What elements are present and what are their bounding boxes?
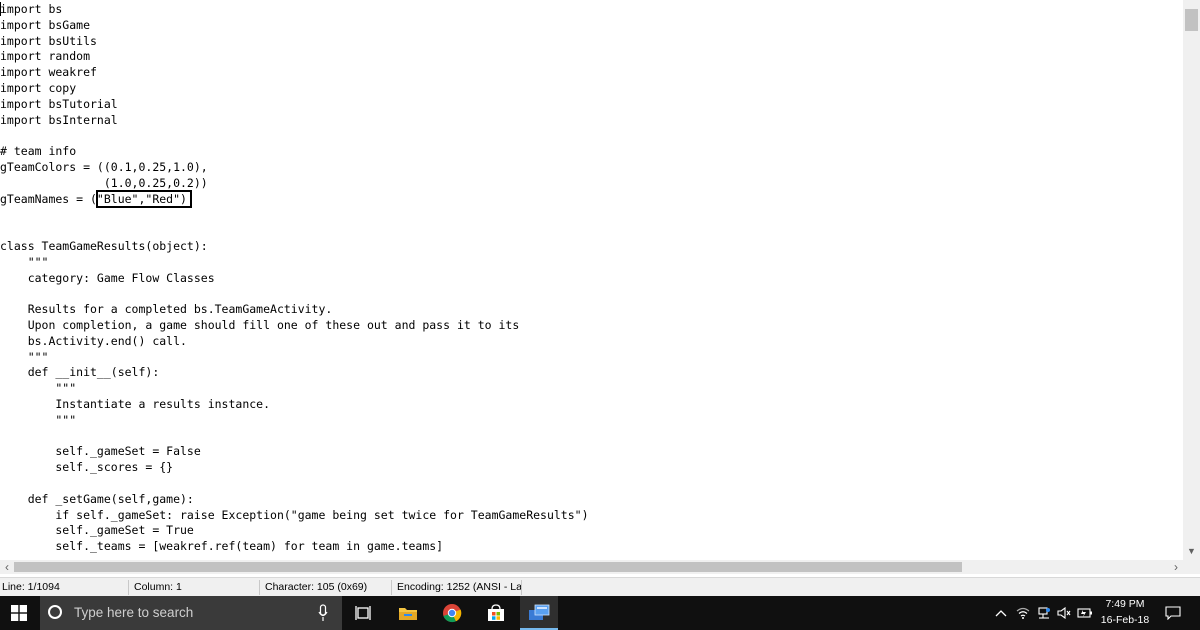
volume-icon[interactable]	[1056, 604, 1072, 622]
task-view-icon[interactable]	[348, 596, 378, 630]
code-text[interactable]: import bs import bsGame import bsUtils impo…	[0, 2, 589, 555]
code-line[interactable]: self._scores = {}	[0, 460, 589, 476]
code-line[interactable]: self._gameSet = False	[0, 444, 589, 460]
code-line[interactable]: """	[0, 413, 589, 429]
status-separator	[391, 580, 392, 595]
clock-time[interactable]: 7:49 PM	[1100, 598, 1150, 610]
code-line[interactable]: Upon completion, a game should fill one …	[0, 318, 589, 334]
code-line[interactable]: """	[0, 381, 589, 397]
scrollbar-corner	[1183, 560, 1200, 574]
code-line[interactable]: def __init__(self):	[0, 365, 589, 381]
chevron-up-icon[interactable]	[993, 604, 1009, 622]
code-line[interactable]	[0, 128, 589, 144]
file-explorer-icon[interactable]	[392, 596, 424, 630]
vertical-scrollbar-thumb[interactable]	[1185, 9, 1198, 31]
code-line[interactable]: """	[0, 255, 589, 271]
vertical-scrollbar[interactable]	[1183, 0, 1200, 560]
code-line[interactable]: category: Game Flow Classes	[0, 271, 589, 287]
battery-icon[interactable]	[1077, 604, 1093, 622]
microphone-icon[interactable]	[318, 604, 328, 622]
search-placeholder[interactable]: Type here to search	[74, 605, 193, 620]
code-line[interactable]: import bsGame	[0, 18, 589, 34]
windows-start-icon[interactable]	[0, 596, 38, 630]
chrome-icon[interactable]	[436, 596, 468, 630]
code-line[interactable]: self._teams = [weakref.ref(team) for tea…	[0, 539, 589, 555]
highlight-annotation-box	[96, 190, 192, 208]
status-bar: Line: 1/1094 Column: 1 Character: 105 (0…	[0, 577, 1200, 597]
code-line[interactable]	[0, 429, 589, 445]
code-line[interactable]	[0, 223, 589, 239]
status-encoding: Encoding: 1252 (ANSI - La	[397, 581, 522, 593]
network-icon[interactable]	[1036, 604, 1052, 622]
horizontal-scrollbar-thumb[interactable]	[14, 562, 962, 572]
code-line[interactable]: Results for a completed bs.TeamGameActiv…	[0, 302, 589, 318]
code-line[interactable]: if self._gameSet: raise Exception("game …	[0, 508, 588, 524]
code-line[interactable]	[0, 476, 589, 492]
code-line[interactable]: (1.0,0.25,0.2))	[0, 176, 589, 192]
code-line[interactable]: def _setGame(self,game):	[0, 492, 589, 508]
status-separator	[259, 580, 260, 595]
status-separator	[128, 580, 129, 595]
code-line[interactable]: import bs	[0, 2, 589, 18]
app-icon[interactable]	[520, 596, 558, 630]
code-line[interactable]: gTeamColors = ((0.1,0.25,1.0),	[0, 160, 589, 176]
status-separator	[521, 580, 522, 595]
code-line[interactable]: import copy	[0, 81, 589, 97]
text-caret	[0, 2, 1, 16]
scroll-right-arrow-icon[interactable]: ›	[1169, 560, 1183, 574]
code-line[interactable]: self._gameSet = True	[0, 523, 589, 539]
scroll-left-arrow-icon[interactable]: ‹	[0, 560, 14, 574]
scroll-down-arrow-icon[interactable]: ▼	[1183, 543, 1200, 560]
code-line[interactable]: Instantiate a results instance.	[0, 397, 589, 413]
wifi-icon[interactable]	[1015, 604, 1031, 622]
code-line[interactable]: import random	[0, 49, 589, 65]
code-line[interactable]: import weakref	[0, 65, 589, 81]
status-column: Column: 1	[134, 581, 182, 593]
code-line[interactable]: # team info	[0, 144, 589, 160]
code-line[interactable]: import bsUtils	[0, 34, 589, 50]
status-character: Character: 105 (0x69)	[265, 581, 368, 593]
store-icon[interactable]	[480, 596, 512, 630]
notification-icon[interactable]	[1164, 604, 1182, 622]
code-line[interactable]: bs.Activity.end() call.	[0, 334, 589, 350]
code-line[interactable]: """	[0, 350, 589, 366]
text-editor[interactable]: import bs import bsGame import bsUtils impo…	[0, 0, 1183, 560]
code-line[interactable]: class TeamGameResults(object):	[0, 239, 589, 255]
search-icon[interactable]	[48, 605, 62, 619]
clock-date[interactable]: 16-Feb-18	[1100, 614, 1150, 626]
code-line[interactable]: gTeamNames = ("Blue","Red")	[0, 192, 589, 208]
status-line: Line: 1/1094	[2, 581, 60, 593]
code-line[interactable]	[0, 207, 589, 223]
code-line[interactable]	[0, 286, 589, 302]
code-line[interactable]: import bsTutorial	[0, 97, 589, 113]
code-line[interactable]: import bsInternal	[0, 113, 589, 129]
